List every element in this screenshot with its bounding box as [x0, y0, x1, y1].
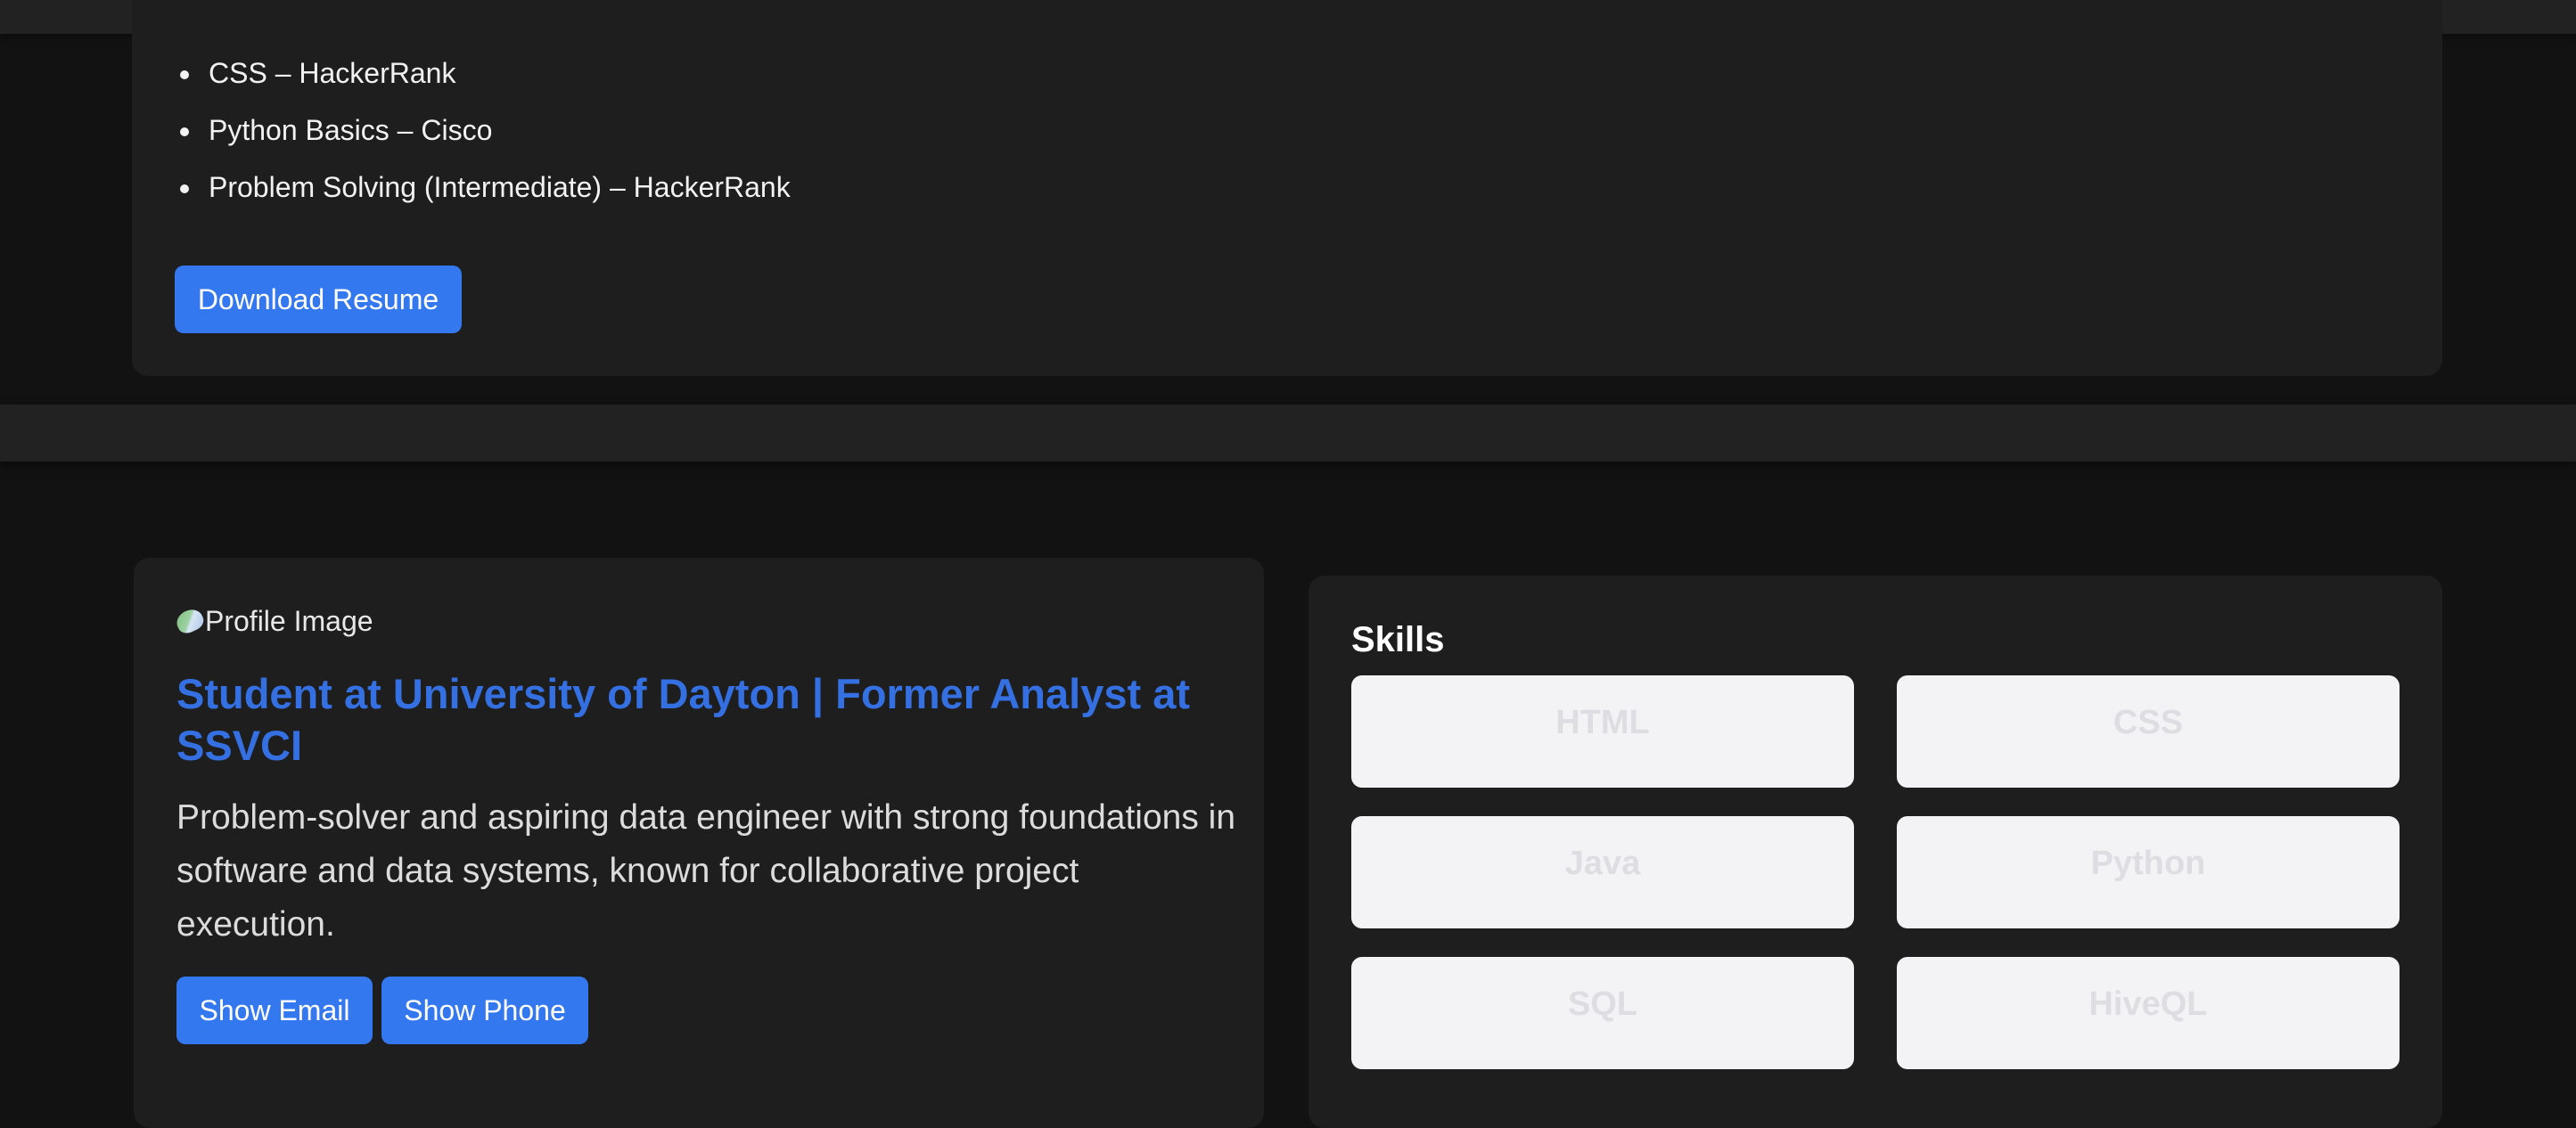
profile-card: Profile Image Student at University of D… [134, 558, 1264, 1128]
skill-tile-sql: SQL [1351, 957, 1854, 1069]
certification-item: Problem Solving (Intermediate) – HackerR… [175, 169, 791, 226]
certification-item: CSS – HackerRank [175, 55, 791, 112]
profile-image-alt-text: Profile Image [205, 604, 373, 637]
certifications-list: CSS – HackerRank Python Basics – Cisco P… [175, 55, 791, 226]
broken-image-icon [173, 605, 207, 637]
show-email-button[interactable]: Show Email [176, 977, 373, 1044]
skill-tile-hiveql: HiveQL [1897, 957, 2400, 1069]
skills-title: Skills [1351, 620, 1445, 659]
profile-summary: Problem-solver and aspiring data enginee… [176, 798, 1236, 944]
skills-card: Skills HTML CSS Java Python SQL HiveQL [1309, 576, 2442, 1128]
section-divider [0, 405, 2576, 462]
skill-tile-java: Java [1351, 816, 1854, 928]
skill-tile-html: HTML [1351, 675, 1854, 788]
download-resume-button[interactable]: Download Resume [175, 266, 462, 333]
certification-item: Python Basics – Cisco [175, 112, 791, 169]
profile-headline: Student at University of Dayton | Former… [176, 670, 1190, 769]
skill-tile-css: CSS [1897, 675, 2400, 788]
skill-tile-python: Python [1897, 816, 2400, 928]
profile-image: Profile Image [173, 604, 373, 638]
show-phone-button[interactable]: Show Phone [381, 977, 588, 1044]
certifications-card: CSS – HackerRank Python Basics – Cisco P… [132, 0, 2442, 376]
